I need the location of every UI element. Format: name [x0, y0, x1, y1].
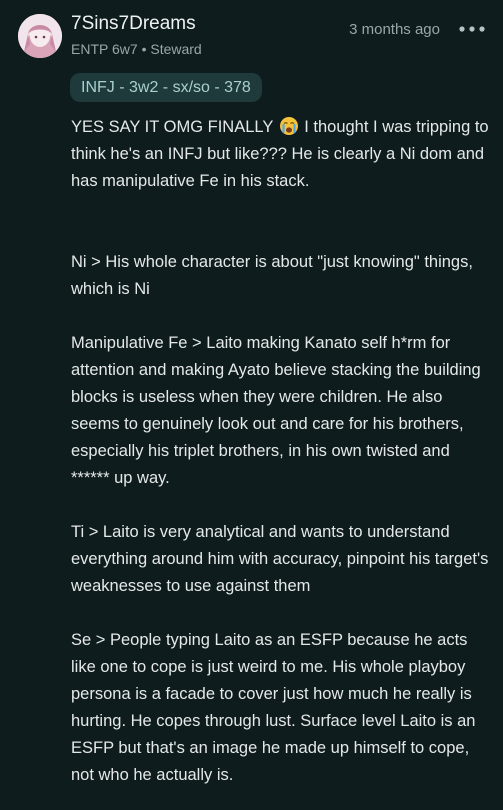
user-meta: ENTP 6w7 • Steward	[71, 41, 202, 57]
paragraph-2: Ni > His whole character is about "just …	[71, 253, 473, 298]
meta-separator: •	[141, 41, 147, 57]
paragraph-1: YES SAY IT OMG FINALLY I thought I was t…	[71, 114, 491, 195]
more-options-button[interactable]	[458, 23, 486, 35]
more-options-icon	[459, 26, 485, 32]
avatar[interactable]	[18, 14, 62, 58]
paragraph-4: Ti > Laito is very analytical and wants …	[71, 523, 489, 595]
post-body: YES SAY IT OMG FINALLY I thought I was t…	[71, 114, 491, 789]
paragraph-5: Se > People typing Laito as an ESFP beca…	[71, 631, 476, 784]
username[interactable]: 7Sins7Dreams	[71, 13, 196, 35]
paragraph-3: Manipulative Fe > Laito making Kanato se…	[71, 334, 481, 487]
user-avatar-image	[18, 14, 62, 58]
paragraph-1-start: YES SAY IT OMG FINALLY	[71, 118, 278, 136]
post-timestamp: 3 months ago	[349, 21, 440, 38]
user-type: ENTP 6w7	[71, 41, 138, 57]
user-role: Steward	[150, 41, 202, 57]
crying-face-emoji-icon	[279, 116, 299, 136]
type-badge[interactable]: INFJ - 3w2 - sx/so - 378	[70, 73, 262, 102]
